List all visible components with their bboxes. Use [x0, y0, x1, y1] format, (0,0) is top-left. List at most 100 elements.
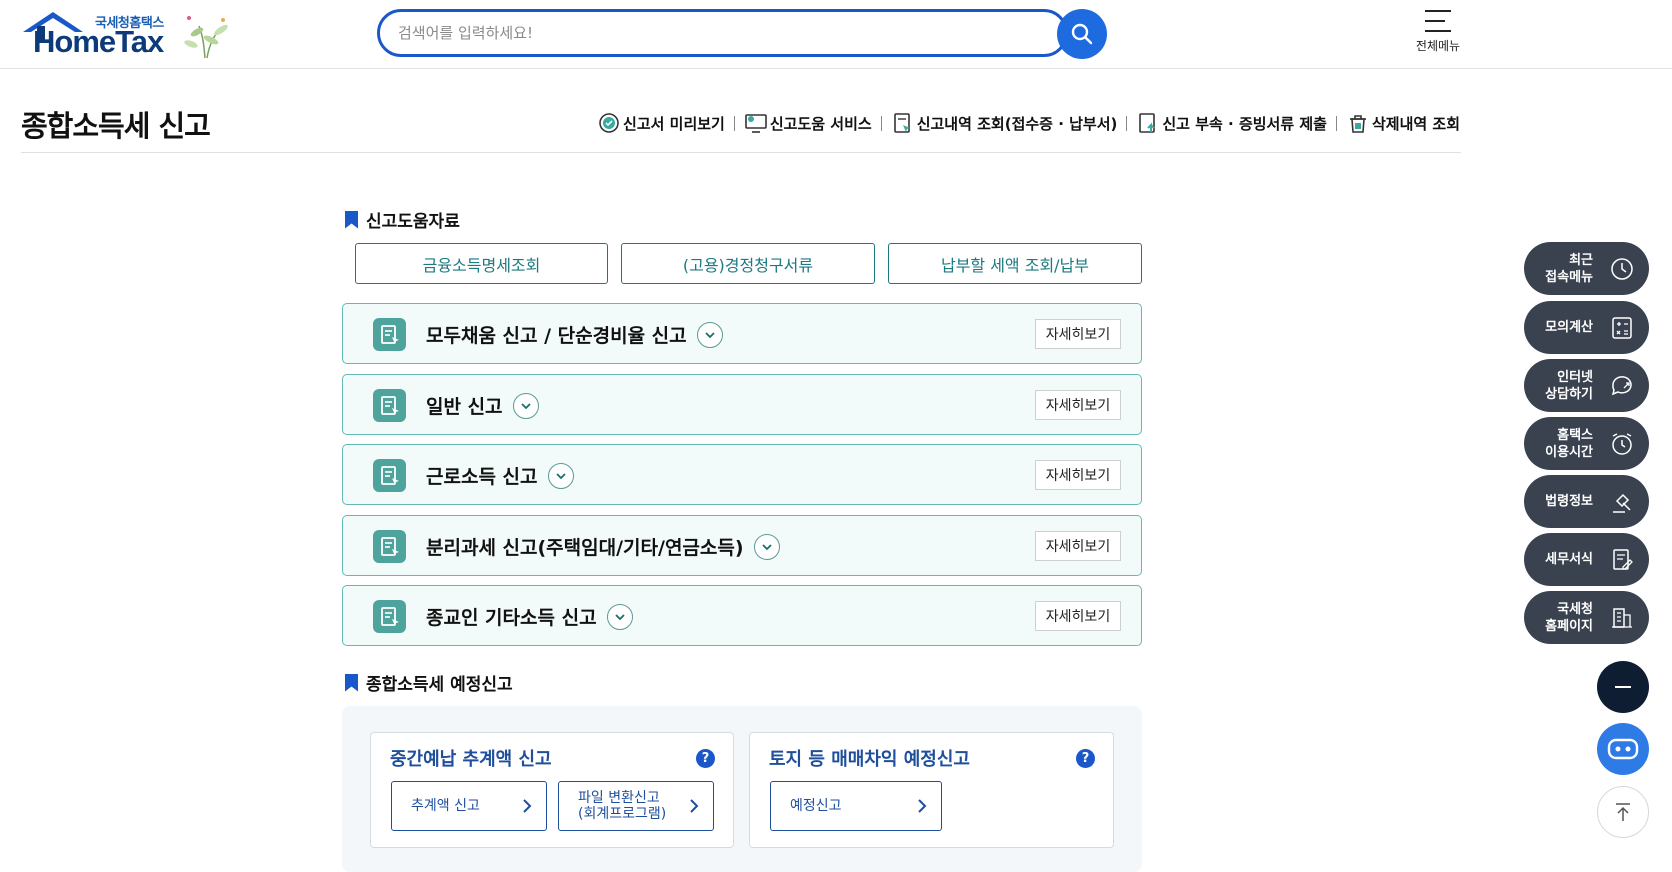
interim-card-estimate: 중간예납 추계액 신고 ? 추계액 신고 파일 변환신고 (회계프로그램): [370, 732, 734, 848]
all-menu-button[interactable]: 전체메뉴: [1406, 8, 1470, 60]
tax-forms-button[interactable]: 세무서식: [1524, 533, 1649, 586]
help-question-icon[interactable]: ?: [1076, 749, 1095, 768]
floating-label: 법령정보: [1545, 494, 1593, 509]
accordion-title: 종교인 기타소득 신고: [426, 607, 597, 629]
page-title: 종합소득세 신고: [21, 109, 211, 143]
quick-link-history[interactable]: 신고내역 조회(접수증 · 납부서): [891, 111, 1118, 135]
accordion-general-filing[interactable]: 일반 신고 자세히보기: [342, 374, 1142, 435]
check-circle-icon: [597, 111, 621, 135]
nts-homepage-button[interactable]: 국세청 홈페이지: [1524, 591, 1649, 644]
monitor-help-icon: [744, 111, 768, 135]
calculator-icon: [1612, 317, 1632, 339]
document-icon: [373, 318, 406, 351]
chevron-down-icon[interactable]: [606, 603, 633, 630]
collapse-menu-button[interactable]: [1597, 661, 1649, 713]
accordion-simple-filing[interactable]: 모두채움 신고 / 단순경비율 신고 자세히보기: [342, 303, 1142, 364]
floating-label: 최근 접속메뉴: [1545, 252, 1593, 285]
financial-income-button[interactable]: 금융소득명세조회: [355, 243, 608, 284]
accordion-title: 분리과세 신고(주택임대/기타/연금소득): [426, 537, 744, 559]
button-label: 추계액 신고: [411, 798, 480, 814]
alarm-icon: [1612, 433, 1632, 455]
button-label: 파일 변환신고 (회계프로그램): [578, 790, 667, 822]
search-input[interactable]: [398, 21, 1018, 45]
form-icon: [1613, 549, 1633, 570]
floating-label: 모의계산: [1545, 320, 1593, 335]
details-button[interactable]: 자세히보기: [1035, 390, 1121, 420]
building-icon: [1612, 608, 1632, 628]
quick-link-label: 신고 부속 · 증빙서류 제출: [1162, 114, 1327, 133]
minus-icon: [1615, 686, 1631, 688]
clock-icon: [1611, 258, 1633, 280]
chevron-right-icon: [690, 799, 699, 813]
document-icon: [373, 530, 406, 563]
card-title: 토지 등 매매차익 예정신고: [769, 749, 970, 770]
online-consult-button[interactable]: 인터넷 상담하기: [1524, 359, 1649, 412]
chevron-down-icon[interactable]: [512, 392, 539, 419]
help-question-icon[interactable]: ?: [696, 749, 715, 768]
floating-label: 홈택스 이용시간: [1545, 427, 1593, 460]
document-icon: [373, 459, 406, 492]
quick-link-label: 삭제내역 조회: [1371, 114, 1460, 133]
floating-label: 인터넷 상담하기: [1545, 369, 1593, 402]
floating-label: 국세청 홈페이지: [1545, 601, 1593, 634]
hamburger-icon: [1425, 10, 1451, 32]
hometax-logo[interactable]: 국세청홈택스 HomeTax: [21, 10, 236, 62]
chatbot-icon: [1607, 738, 1639, 760]
accordion-title: 일반 신고: [426, 396, 503, 418]
interim-section-heading: 종합소득세 예정신고: [345, 670, 513, 695]
arrow-up-icon: [1616, 803, 1630, 821]
search-box: [377, 9, 1068, 57]
gavel-icon: [1613, 493, 1631, 513]
separator: [1126, 115, 1128, 131]
section-heading-text: 신고도움자료: [366, 212, 460, 232]
chat-icon: [1611, 376, 1632, 396]
site-header: 국세청홈택스 HomeTax 전체메뉴: [0, 0, 1672, 69]
button-label: 예정신고: [790, 798, 842, 814]
chevron-down-icon[interactable]: [547, 462, 574, 489]
chatbot-button[interactable]: [1597, 723, 1649, 775]
divider: [21, 152, 1461, 153]
accordion-separate-taxation[interactable]: 분리과세 신고(주택임대/기타/연금소득) 자세히보기: [342, 515, 1142, 576]
card-title: 중간예납 추계액 신고: [390, 749, 552, 770]
section-heading-text: 종합소득세 예정신고: [366, 675, 513, 695]
search-icon: [1071, 23, 1093, 45]
details-button[interactable]: 자세히보기: [1035, 460, 1121, 490]
correction-claim-button[interactable]: (고용)경정청구서류: [621, 243, 875, 284]
details-button[interactable]: 자세히보기: [1035, 601, 1121, 631]
logo-main-text: HomeTax: [33, 24, 164, 59]
tax-payment-button[interactable]: 납부할 세액 조회/납부: [888, 243, 1142, 284]
recent-menu-button[interactable]: 최근 접속메뉴: [1524, 242, 1649, 295]
quick-link-preview[interactable]: 신고서 미리보기: [597, 111, 725, 135]
bookmark-icon: [345, 210, 358, 229]
trash-icon: [1346, 111, 1370, 135]
accordion-title: 모두채움 신고 / 단순경비율 신고: [426, 325, 687, 347]
mock-calculation-button[interactable]: 모의계산: [1524, 301, 1649, 354]
document-icon: [373, 600, 406, 633]
separator: [880, 115, 882, 131]
chevron-right-icon: [918, 799, 927, 813]
preliminary-filing-button[interactable]: 예정신고: [770, 781, 942, 831]
interim-card-land-gain: 토지 등 매매차익 예정신고 ? 예정신고: [749, 732, 1114, 848]
quick-link-help-service[interactable]: 신고도움 서비스: [744, 111, 872, 135]
chevron-down-icon[interactable]: [753, 533, 780, 560]
quick-link-deleted[interactable]: 삭제내역 조회: [1346, 111, 1460, 135]
scroll-top-button[interactable]: [1597, 786, 1649, 838]
accordion-earned-income[interactable]: 근로소득 신고 자세히보기: [342, 444, 1142, 505]
service-hours-button[interactable]: 홈택스 이용시간: [1524, 417, 1649, 470]
quick-link-label: 신고내역 조회(접수증 · 납부서): [916, 114, 1118, 133]
law-info-button[interactable]: 법령정보: [1524, 475, 1649, 528]
separator: [1335, 115, 1337, 131]
accordion-title: 근로소득 신고: [426, 466, 538, 488]
quick-link-label: 신고도움 서비스: [769, 114, 872, 133]
quick-links: 신고서 미리보기 신고도움 서비스 신고내역 조회(접수증 · 납부서) 신고 …: [597, 110, 1460, 136]
file-conversion-button[interactable]: 파일 변환신고 (회계프로그램): [558, 781, 714, 831]
estimate-filing-button[interactable]: 추계액 신고: [391, 781, 547, 831]
document-icon: [373, 389, 406, 422]
accordion-religious-income[interactable]: 종교인 기타소득 신고 자세히보기: [342, 585, 1142, 646]
details-button[interactable]: 자세히보기: [1035, 531, 1121, 561]
chevron-right-icon: [523, 799, 532, 813]
chevron-down-icon[interactable]: [696, 321, 723, 348]
quick-link-attachments[interactable]: 신고 부속 · 증빙서류 제출: [1136, 111, 1327, 135]
search-button[interactable]: [1057, 9, 1107, 59]
details-button[interactable]: 자세히보기: [1035, 319, 1121, 349]
